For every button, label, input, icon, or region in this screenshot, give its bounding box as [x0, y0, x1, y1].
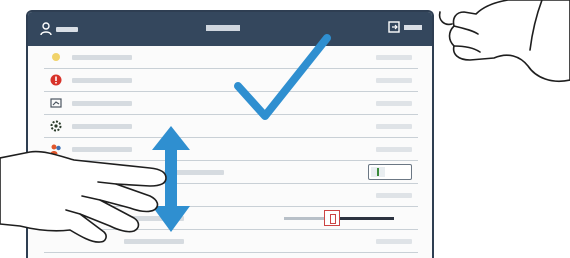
people-icon	[50, 144, 61, 154]
user-icon	[40, 22, 52, 36]
tablet-screen	[26, 10, 434, 258]
list-item-value	[376, 147, 412, 152]
list-item-value	[376, 55, 412, 60]
exit-icon	[388, 21, 400, 33]
list-item[interactable]	[44, 115, 418, 138]
slider-fill	[334, 217, 394, 220]
list-item-value	[376, 193, 412, 198]
list-item-value	[376, 101, 412, 106]
alert-icon	[50, 74, 62, 86]
user-button-label	[56, 26, 78, 32]
list-item-value	[376, 239, 412, 244]
top-bar	[28, 12, 432, 46]
list-item-value	[376, 124, 412, 129]
flower-icon	[52, 53, 60, 61]
exit-button[interactable]	[388, 21, 422, 33]
list-item[interactable]	[44, 92, 418, 115]
list-item-label	[72, 147, 132, 152]
list-item[interactable]	[44, 161, 418, 184]
slider-thumb[interactable]	[324, 210, 340, 226]
list-item-label	[124, 239, 184, 244]
list-item-label	[164, 170, 224, 175]
list-item-label	[72, 78, 132, 83]
list-item[interactable]	[44, 184, 418, 207]
exit-button-label	[404, 24, 422, 30]
list-item-label	[72, 124, 132, 129]
list-item[interactable]	[44, 138, 418, 161]
toggle-switch[interactable]	[368, 164, 412, 180]
illustration-stage	[0, 0, 570, 258]
user-button[interactable]	[40, 21, 78, 37]
list-item-label	[72, 55, 132, 60]
gauge-icon	[50, 98, 62, 108]
gear-icon	[50, 120, 62, 132]
list-item[interactable]	[44, 230, 418, 253]
list-item-label	[72, 101, 132, 106]
list-item[interactable]	[44, 69, 418, 92]
list-item[interactable]	[44, 207, 418, 230]
pinch-hand-icon	[438, 0, 570, 82]
list-item-value	[376, 78, 412, 83]
list-item[interactable]	[44, 46, 418, 69]
settings-list	[44, 46, 418, 253]
list-item-label	[124, 216, 184, 221]
screen-title	[206, 25, 240, 31]
